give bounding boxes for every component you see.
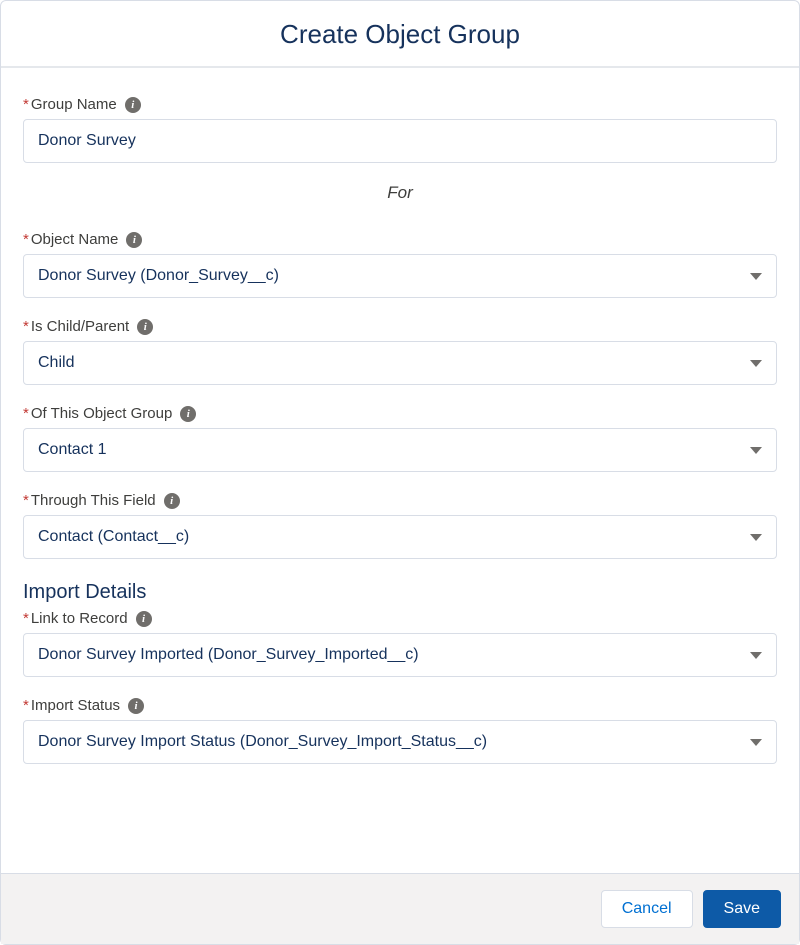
is-child-parent-value: Child xyxy=(38,354,74,372)
link-to-record-select[interactable]: Donor Survey Imported (Donor_Survey_Impo… xyxy=(23,633,777,677)
modal-header: Create Object Group xyxy=(1,1,799,68)
object-name-value: Donor Survey (Donor_Survey__c) xyxy=(38,267,279,285)
info-icon[interactable]: i xyxy=(125,97,141,113)
info-icon[interactable]: i xyxy=(128,698,144,714)
through-this-field-field: *Through This Field i Contact (Contact__… xyxy=(23,492,777,559)
modal-footer: Cancel Save xyxy=(1,873,799,944)
through-this-field-select[interactable]: Contact (Contact__c) xyxy=(23,515,777,559)
import-status-label: *Import Status i xyxy=(23,697,777,714)
is-child-parent-select[interactable]: Child xyxy=(23,341,777,385)
save-button[interactable]: Save xyxy=(703,890,781,928)
modal-body: *Group Name i For *Object Name i Donor S… xyxy=(1,68,799,873)
cancel-button[interactable]: Cancel xyxy=(601,890,693,928)
of-this-object-group-select[interactable]: Contact 1 xyxy=(23,428,777,472)
through-this-field-value: Contact (Contact__c) xyxy=(38,528,189,546)
info-icon[interactable]: i xyxy=(136,611,152,627)
info-icon[interactable]: i xyxy=(164,493,180,509)
link-to-record-value: Donor Survey Imported (Donor_Survey_Impo… xyxy=(38,646,419,664)
import-details-heading: Import Details xyxy=(23,581,777,604)
modal-title: Create Object Group xyxy=(1,19,799,50)
import-status-field: *Import Status i Donor Survey Import Sta… xyxy=(23,697,777,764)
group-name-field: *Group Name i xyxy=(23,96,777,163)
chevron-down-icon xyxy=(750,534,762,541)
group-name-label: *Group Name i xyxy=(23,96,777,113)
chevron-down-icon xyxy=(750,652,762,659)
object-name-label: *Object Name i xyxy=(23,231,777,248)
link-to-record-field: *Link to Record i Donor Survey Imported … xyxy=(23,610,777,677)
of-this-object-group-field: *Of This Object Group i Contact 1 xyxy=(23,405,777,472)
create-object-group-modal: Create Object Group *Group Name i For *O… xyxy=(0,0,800,945)
info-icon[interactable]: i xyxy=(180,406,196,422)
chevron-down-icon xyxy=(750,447,762,454)
chevron-down-icon xyxy=(750,360,762,367)
info-icon[interactable]: i xyxy=(126,232,142,248)
object-name-field: *Object Name i Donor Survey (Donor_Surve… xyxy=(23,231,777,298)
link-to-record-label: *Link to Record i xyxy=(23,610,777,627)
chevron-down-icon xyxy=(750,739,762,746)
through-this-field-label: *Through This Field i xyxy=(23,492,777,509)
of-this-object-group-label: *Of This Object Group i xyxy=(23,405,777,422)
is-child-parent-label: *Is Child/Parent i xyxy=(23,318,777,335)
object-name-select[interactable]: Donor Survey (Donor_Survey__c) xyxy=(23,254,777,298)
is-child-parent-field: *Is Child/Parent i Child xyxy=(23,318,777,385)
group-name-input[interactable] xyxy=(23,119,777,163)
for-label: For xyxy=(23,183,777,203)
import-status-value: Donor Survey Import Status (Donor_Survey… xyxy=(38,733,487,751)
of-this-object-group-value: Contact 1 xyxy=(38,441,106,459)
import-status-select[interactable]: Donor Survey Import Status (Donor_Survey… xyxy=(23,720,777,764)
info-icon[interactable]: i xyxy=(137,319,153,335)
chevron-down-icon xyxy=(750,273,762,280)
